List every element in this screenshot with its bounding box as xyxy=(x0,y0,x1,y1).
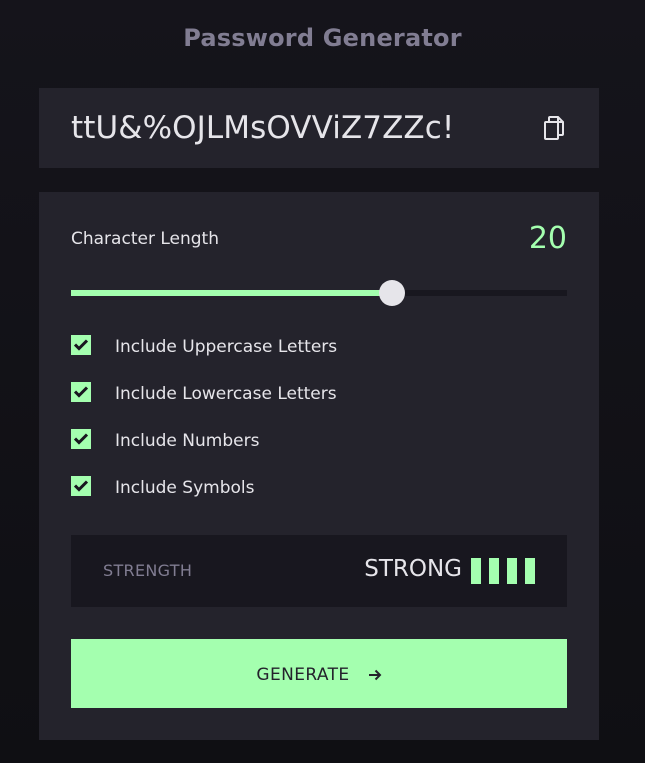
copy-icon-graphic xyxy=(544,116,564,140)
option-uppercase[interactable]: Include Uppercase Letters xyxy=(71,335,471,363)
strength-meter: STRENGTH STRONG xyxy=(71,535,567,607)
check-icon xyxy=(74,386,88,398)
slider-fill xyxy=(71,290,392,296)
strength-bar xyxy=(525,558,535,584)
option-symbols[interactable]: Include Symbols xyxy=(71,476,471,504)
strength-bar xyxy=(507,558,517,584)
generate-button-content: GENERATE xyxy=(77,640,561,709)
password-display: ttU&%OJLMsOVViZ7ZZc! xyxy=(39,88,599,168)
strength-bar xyxy=(489,558,499,584)
character-length-value: 20 xyxy=(528,221,567,256)
strength-label: STRENGTH xyxy=(103,561,193,580)
generate-button[interactable]: GENERATE xyxy=(71,639,567,708)
symbols-checkbox[interactable] xyxy=(71,476,91,496)
numbers-checkbox[interactable] xyxy=(71,429,91,449)
check-icon xyxy=(74,480,88,492)
strength-bar xyxy=(471,558,481,584)
slider-thumb[interactable] xyxy=(379,280,405,306)
uppercase-label: Include Uppercase Letters xyxy=(115,337,338,357)
generate-label: GENERATE xyxy=(256,664,350,685)
numbers-label: Include Numbers xyxy=(115,431,260,451)
lowercase-label: Include Lowercase Letters xyxy=(115,384,337,404)
check-icon xyxy=(74,339,88,351)
symbols-label: Include Symbols xyxy=(115,478,255,498)
option-lowercase[interactable]: Include Lowercase Letters xyxy=(71,382,471,410)
arrow-right-icon xyxy=(368,669,381,680)
length-slider[interactable] xyxy=(71,280,567,306)
password-value: ttU&%OJLMsOVViZ7ZZc! xyxy=(71,110,455,146)
copy-icon[interactable] xyxy=(543,116,565,140)
lowercase-checkbox[interactable] xyxy=(71,382,91,402)
uppercase-checkbox[interactable] xyxy=(71,335,91,355)
settings-panel: Character Length 20 Include Uppercase Le… xyxy=(39,192,599,740)
strength-bars xyxy=(471,558,535,584)
option-numbers[interactable]: Include Numbers xyxy=(71,429,471,457)
strength-value: STRONG xyxy=(364,556,462,582)
app-title: Password Generator xyxy=(183,24,462,52)
check-icon xyxy=(74,433,88,445)
character-length-label: Character Length xyxy=(71,229,219,249)
